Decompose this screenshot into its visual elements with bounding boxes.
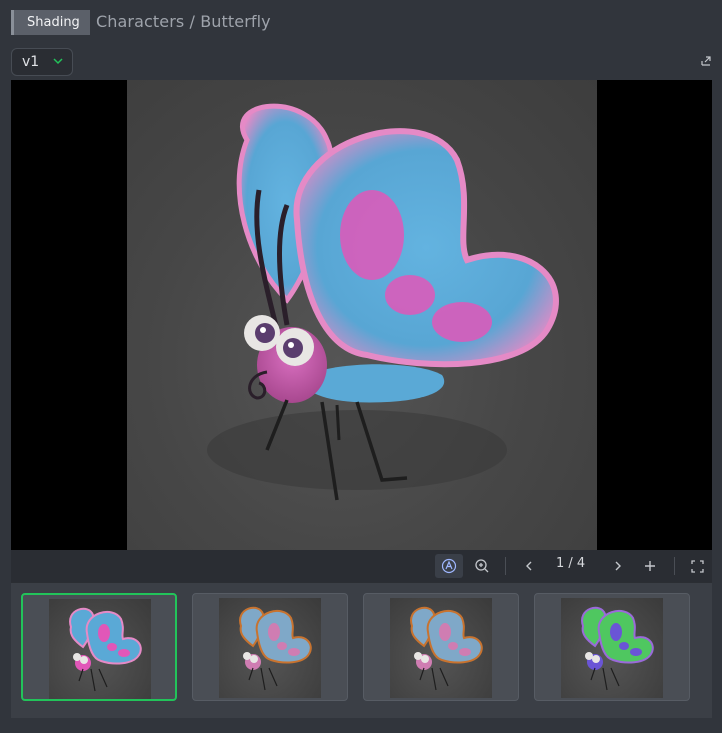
zoom-button[interactable] [468, 554, 496, 578]
render-canvas [127, 80, 597, 550]
image-viewer[interactable] [11, 80, 712, 550]
chevron-left-icon [526, 561, 532, 571]
thumbnail-3[interactable] [363, 593, 519, 701]
thumbnail-image [410, 606, 483, 691]
breadcrumb: Characters / Butterfly [96, 12, 271, 31]
zoom-in-icon [475, 559, 489, 573]
thumbnail-image [69, 607, 142, 692]
plus-icon [645, 561, 655, 571]
toolbar-divider [505, 557, 506, 575]
header-bar: Shading Characters / Butterfly [0, 0, 722, 44]
fullscreen-icon [690, 559, 704, 573]
popout-icon[interactable] [700, 55, 712, 67]
viewer-toolbar: 1 / 4 [11, 550, 712, 582]
version-label: v1 [22, 54, 40, 70]
add-button[interactable] [636, 554, 664, 578]
next-button[interactable] [604, 554, 632, 578]
chevron-down-icon [53, 58, 63, 65]
version-dropdown[interactable]: v1 [11, 48, 73, 76]
task-badge[interactable]: Shading [11, 10, 90, 35]
fullscreen-button[interactable] [683, 554, 711, 578]
thumbnail-image [581, 606, 654, 691]
page-indicator: 1 / 4 [556, 556, 586, 571]
annotate-icon [441, 558, 457, 574]
annotate-button[interactable] [435, 554, 463, 578]
thumbnail-frame [49, 599, 151, 699]
butterfly-render-image [207, 103, 559, 501]
toolbar-divider [674, 557, 675, 575]
thumbnail-4[interactable] [534, 593, 690, 701]
thumbnail-2[interactable] [192, 593, 348, 701]
thumbnail-frame [390, 598, 492, 698]
thumbnail-image [239, 606, 312, 691]
thumbnail-strip [11, 582, 712, 718]
prev-button[interactable] [515, 554, 543, 578]
thumbnail-1[interactable] [21, 593, 177, 701]
thumbnail-frame [561, 598, 663, 698]
thumbnail-frame [219, 598, 321, 698]
chevron-right-icon [615, 561, 621, 571]
